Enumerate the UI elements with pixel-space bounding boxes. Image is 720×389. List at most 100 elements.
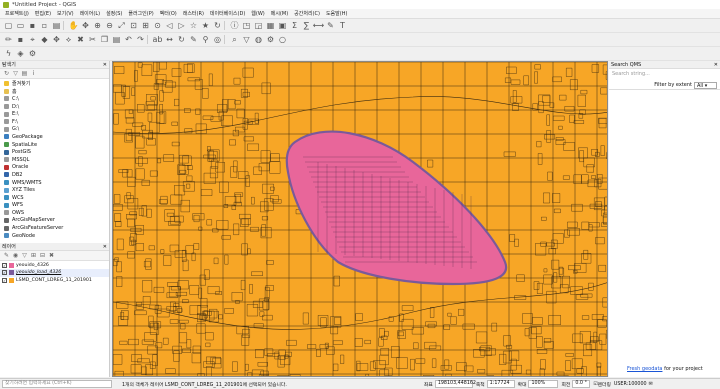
messages-icon[interactable]: ✉ bbox=[649, 382, 653, 387]
save-as-icon[interactable]: ▫ bbox=[39, 20, 50, 31]
map-render[interactable] bbox=[113, 62, 608, 377]
map-canvas[interactable] bbox=[112, 61, 608, 377]
annotation-icon[interactable]: ✎ bbox=[325, 20, 336, 31]
menu-item[interactable]: 도움말(H) bbox=[323, 10, 350, 17]
info-icon[interactable]: i bbox=[30, 70, 37, 77]
browser-item[interactable]: OWS bbox=[0, 209, 109, 217]
menu-item[interactable]: 공간처리(C) bbox=[291, 10, 323, 17]
new-bookmark-icon[interactable]: ☆ bbox=[188, 20, 199, 31]
filter-icon[interactable]: ▽ bbox=[21, 252, 28, 259]
processing-icon[interactable]: ⚙ bbox=[27, 48, 38, 59]
browser-item[interactable]: GeoNode bbox=[0, 232, 109, 240]
menu-item[interactable]: 보기(V) bbox=[54, 10, 77, 17]
reload-icon[interactable]: ○ bbox=[277, 34, 288, 45]
zoom-in-icon[interactable]: ⊕ bbox=[92, 20, 103, 31]
text-icon[interactable]: T bbox=[337, 20, 348, 31]
statistics-icon[interactable]: Σ bbox=[289, 20, 300, 31]
undo-icon[interactable]: ↶ bbox=[123, 34, 134, 45]
collapse-icon[interactable]: ⊟ bbox=[39, 252, 46, 259]
menu-item[interactable]: 레이어(L) bbox=[77, 10, 104, 17]
label-move-icon[interactable]: ↔ bbox=[164, 34, 175, 45]
print-icon[interactable]: ▤ bbox=[51, 20, 62, 31]
browser-item[interactable]: G:\ bbox=[0, 126, 109, 134]
menu-item[interactable]: 래스터(R) bbox=[180, 10, 207, 17]
layer-visibility-checkbox[interactable]: ✓ bbox=[2, 277, 7, 283]
fresh-geodata-link[interactable]: Fresh geodata bbox=[627, 366, 662, 372]
delete-icon[interactable]: ✖ bbox=[75, 34, 86, 45]
browser-item[interactable]: SpatiaLite bbox=[0, 141, 109, 149]
refresh-icon[interactable]: ↻ bbox=[212, 20, 223, 31]
menu-item[interactable]: 메시(M) bbox=[268, 10, 291, 17]
layer-item[interactable]: ✓ yeouido_4326 bbox=[0, 261, 109, 269]
identify-icon[interactable]: ⓘ bbox=[229, 20, 240, 31]
sum-icon[interactable]: ∑ bbox=[301, 20, 312, 31]
eye-icon[interactable]: ◉ bbox=[12, 252, 19, 259]
zoom-full-icon[interactable]: ⤢ bbox=[116, 20, 127, 31]
layer-visibility-checkbox[interactable]: ✓ bbox=[2, 262, 7, 268]
magnifier-field[interactable]: 100% bbox=[528, 380, 559, 388]
label-show-icon[interactable]: ◎ bbox=[212, 34, 223, 45]
filter-icon[interactable]: ▽ bbox=[241, 34, 252, 45]
add-feature-icon[interactable]: ◆ bbox=[39, 34, 50, 45]
browser-item[interactable]: Oracle bbox=[0, 164, 109, 172]
zoom-layer-icon[interactable]: ⊞ bbox=[140, 20, 151, 31]
new-file-icon[interactable]: ▢ bbox=[3, 20, 14, 31]
measure-icon[interactable]: ⟷ bbox=[313, 20, 324, 31]
edit-pencil-icon[interactable]: ✏ bbox=[3, 34, 14, 45]
rotation-field[interactable]: 0.0 ° bbox=[572, 380, 591, 388]
style-icon[interactable]: ✎ bbox=[3, 252, 10, 259]
browser-item[interactable]: GeoPackage bbox=[0, 133, 109, 141]
zoom-last-icon[interactable]: ◁ bbox=[164, 20, 175, 31]
deselect-icon[interactable]: ◲ bbox=[253, 20, 264, 31]
browser-item[interactable]: ArcGisMapServer bbox=[0, 217, 109, 225]
layer-visibility-checkbox[interactable]: ✓ bbox=[2, 270, 7, 276]
browser-item[interactable]: 즐겨찾기 bbox=[0, 80, 109, 88]
label-icon[interactable]: ab bbox=[152, 34, 163, 45]
coord-field[interactable]: 198103,448162 bbox=[434, 380, 476, 388]
globe-icon[interactable]: ◍ bbox=[253, 34, 264, 45]
browser-item[interactable]: ArcGisFeatureServer bbox=[0, 224, 109, 232]
collapse-icon[interactable]: ▤ bbox=[21, 70, 28, 77]
browser-item[interactable]: WMS/WMTS bbox=[0, 179, 109, 187]
menu-item[interactable]: 프로젝트(J) bbox=[2, 10, 32, 17]
label-rotate-icon[interactable]: ↻ bbox=[176, 34, 187, 45]
open-icon[interactable]: ▭ bbox=[15, 20, 26, 31]
browser-item[interactable]: F:\ bbox=[0, 118, 109, 126]
browser-item[interactable]: 홈 bbox=[0, 88, 109, 96]
expand-icon[interactable]: ⊞ bbox=[30, 252, 37, 259]
zoom-next-icon[interactable]: ▷ bbox=[176, 20, 187, 31]
copy-icon[interactable]: ❐ bbox=[99, 34, 110, 45]
menu-item[interactable]: 플러그인(P) bbox=[125, 10, 156, 17]
cut-icon[interactable]: ✂ bbox=[87, 34, 98, 45]
menu-item[interactable]: 벡터(O) bbox=[157, 10, 180, 17]
select-icon[interactable]: ◳ bbox=[241, 20, 252, 31]
browser-item[interactable]: D:\ bbox=[0, 103, 109, 111]
search-qms-icon[interactable]: ⌕ bbox=[229, 34, 240, 45]
browser-item[interactable]: XYZ Tiles bbox=[0, 186, 109, 194]
browser-item[interactable]: E:\ bbox=[0, 110, 109, 118]
close-icon[interactable]: ✕ bbox=[103, 244, 107, 250]
attribute-table-icon[interactable]: ▦ bbox=[265, 20, 276, 31]
scale-field[interactable]: 1:17724 bbox=[486, 380, 515, 388]
redo-icon[interactable]: ↷ bbox=[135, 34, 146, 45]
browser-item[interactable]: WFS bbox=[0, 202, 109, 210]
show-bookmarks-icon[interactable]: ★ bbox=[200, 20, 211, 31]
field-calculator-icon[interactable]: ▣ bbox=[277, 20, 288, 31]
menu-item[interactable]: 데이터베이스(D) bbox=[207, 10, 248, 17]
pan-selection-icon[interactable]: ✥ bbox=[80, 20, 91, 31]
label-pin-icon[interactable]: ⚲ bbox=[200, 34, 211, 45]
vertex-tool-icon[interactable]: ⟡ bbox=[63, 34, 74, 45]
zoom-native-icon[interactable]: ⊙ bbox=[152, 20, 163, 31]
browser-item[interactable]: DB2 bbox=[0, 171, 109, 179]
label-change-icon[interactable]: ✎ bbox=[188, 34, 199, 45]
move-feature-icon[interactable]: ✥ bbox=[51, 34, 62, 45]
refresh-icon[interactable]: ↻ bbox=[3, 70, 10, 77]
menu-item[interactable]: 웹(W) bbox=[248, 10, 267, 17]
paste-icon[interactable]: ▤ bbox=[111, 34, 122, 45]
remove-layer-icon[interactable]: ✖ bbox=[48, 252, 55, 259]
browser-item[interactable]: C:\ bbox=[0, 95, 109, 103]
layer-item[interactable]: ✓ LSMD_CONT_LDREG_11_201901 bbox=[0, 277, 109, 285]
menu-item[interactable]: 편집(E) bbox=[32, 10, 54, 17]
pan-icon[interactable]: ✋ bbox=[68, 20, 79, 31]
close-icon[interactable]: ✕ bbox=[714, 62, 718, 68]
